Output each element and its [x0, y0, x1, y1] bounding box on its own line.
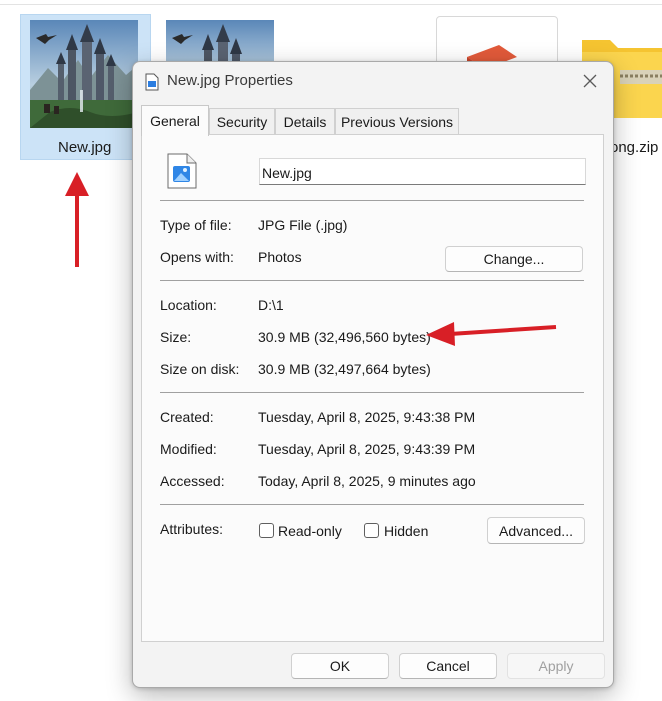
hidden-label: Hidden [384, 523, 429, 539]
created-label: Created: [160, 409, 214, 425]
file-title-icon [145, 73, 159, 91]
tab-security[interactable]: Security [209, 108, 275, 134]
separator [160, 504, 584, 505]
accessed-label: Accessed: [160, 473, 225, 489]
readonly-checkbox[interactable] [259, 523, 274, 538]
size-on-disk-label: Size on disk: [160, 361, 240, 377]
file-label-zip: ong.zip [610, 139, 659, 156]
dialog-title: New.jpg Properties [167, 72, 293, 89]
tab-previous-versions[interactable]: Previous Versions [335, 108, 459, 134]
general-panel [141, 134, 604, 642]
separator [160, 280, 584, 281]
modified-value: Tuesday, April 8, 2025, 9:43:39 PM [258, 441, 476, 457]
size-label: Size: [160, 329, 192, 345]
created-value: Tuesday, April 8, 2025, 9:43:38 PM [258, 409, 476, 425]
close-button[interactable] [575, 68, 605, 94]
separator [160, 200, 584, 201]
hidden-checkbox[interactable] [364, 523, 379, 538]
apply-button[interactable]: Apply [507, 653, 605, 679]
tab-details[interactable]: Details [275, 108, 335, 134]
opens-with-label: Opens with: [160, 249, 234, 265]
explorer-top-border [0, 4, 662, 5]
accessed-value: Today, April 8, 2025, 9 minutes ago [258, 473, 476, 489]
close-icon [583, 74, 597, 88]
opens-with-value: Photos [258, 249, 302, 265]
location-label: Location: [160, 297, 217, 313]
cancel-button[interactable]: Cancel [399, 653, 497, 679]
castle-image-thumbnail [30, 20, 138, 128]
file-name-input[interactable] [259, 158, 586, 185]
location-value: D:\1 [258, 297, 284, 313]
advanced-button[interactable]: Advanced... [487, 517, 585, 544]
attributes-label: Attributes: [160, 521, 224, 537]
tab-general[interactable]: General [141, 105, 209, 136]
ok-button[interactable]: OK [291, 653, 389, 679]
change-button[interactable]: Change... [445, 246, 583, 272]
annotation-arrow-left [426, 322, 557, 346]
readonly-label: Read-only [278, 523, 342, 539]
separator [160, 392, 584, 393]
size-value: 30.9 MB (32,496,560 bytes) [258, 329, 431, 345]
dialog-titlebar[interactable]: New.jpg Properties [133, 62, 613, 100]
properties-dialog: New.jpg Properties General Security Deta… [132, 61, 614, 688]
modified-label: Modified: [160, 441, 217, 457]
file-label-new-jpg: New.jpg [58, 139, 112, 156]
annotation-arrow-up [65, 172, 89, 267]
type-value: JPG File (.jpg) [258, 217, 348, 233]
image-file-icon [167, 153, 197, 189]
type-label: Type of file: [160, 217, 232, 233]
size-on-disk-value: 30.9 MB (32,497,664 bytes) [258, 361, 431, 377]
